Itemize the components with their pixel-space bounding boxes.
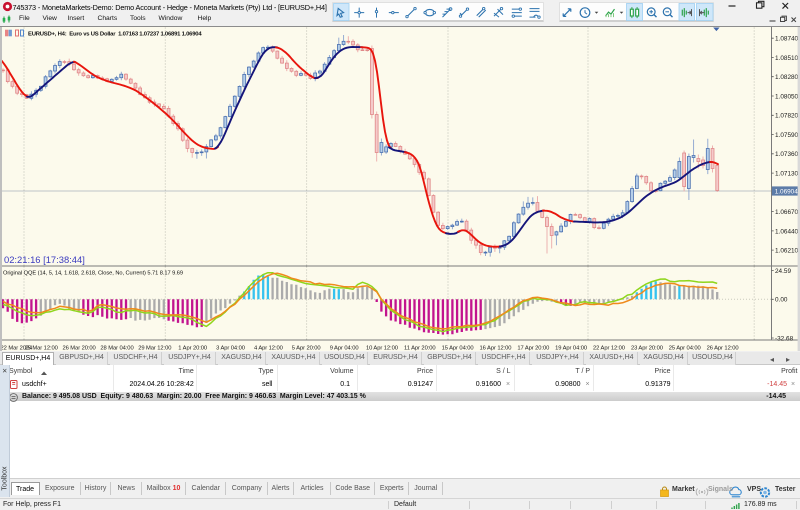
- svg-text:1 Apr 20:00: 1 Apr 20:00: [178, 345, 207, 350]
- svg-text:10 Apr 12:00: 10 Apr 12:00: [366, 345, 398, 350]
- svg-text:1.06210: 1.06210: [775, 247, 799, 254]
- svg-text:02:21:16 [17:38:44]: 02:21:16 [17:38:44]: [4, 254, 85, 265]
- svg-text:15 Apr 04:00: 15 Apr 04:00: [442, 345, 474, 350]
- svg-text:25 Apr 04:00: 25 Apr 04:00: [669, 345, 701, 350]
- svg-text:16 Apr 12:00: 16 Apr 12:00: [480, 345, 512, 350]
- svg-text:1.08280: 1.08280: [775, 74, 799, 81]
- svg-text:5 Apr 20:00: 5 Apr 20:00: [292, 345, 321, 350]
- svg-text:22 Apr 12:00: 22 Apr 12:00: [593, 345, 625, 350]
- svg-text:28 Mar 04:00: 28 Mar 04:00: [100, 345, 133, 350]
- svg-text:9 Apr 04:00: 9 Apr 04:00: [330, 345, 359, 350]
- svg-text:1.08510: 1.08510: [775, 54, 799, 61]
- svg-text:Original QQE (14, 5, 14, 1.618: Original QQE (14, 5, 14, 1.618, 2.618, C…: [3, 270, 183, 276]
- svg-text:26 Mar 20:00: 26 Mar 20:00: [62, 345, 95, 350]
- svg-text:0.00: 0.00: [775, 296, 788, 303]
- svg-text:17 Apr 20:00: 17 Apr 20:00: [517, 345, 549, 350]
- svg-text:-32.68: -32.68: [775, 335, 794, 342]
- svg-text:11 Apr 20:00: 11 Apr 20:00: [404, 345, 436, 350]
- svg-text:19 Apr 04:00: 19 Apr 04:00: [555, 345, 587, 350]
- svg-text:1.07590: 1.07590: [775, 131, 799, 138]
- svg-text:26 Apr 12:00: 26 Apr 12:00: [707, 345, 739, 350]
- svg-text:1.08740: 1.08740: [775, 35, 799, 42]
- svg-text:1.07130: 1.07130: [775, 170, 799, 177]
- svg-text:1.08050: 1.08050: [775, 93, 799, 100]
- svg-text:23 Apr 20:00: 23 Apr 20:00: [631, 345, 663, 350]
- svg-text:3 Apr 04:00: 3 Apr 04:00: [216, 345, 245, 350]
- svg-text:1.06670: 1.06670: [775, 209, 799, 216]
- svg-text:1.07820: 1.07820: [775, 112, 799, 119]
- svg-text:4 Apr 12:00: 4 Apr 12:00: [254, 345, 283, 350]
- svg-text:EURUSD+, H4: Euro vs US Dolla: EURUSD+, H4: Euro vs US Dollar 1.07163 1…: [28, 31, 202, 37]
- svg-text:1.06440: 1.06440: [775, 228, 799, 235]
- svg-text:1.07360: 1.07360: [775, 151, 799, 158]
- svg-text:24.59: 24.59: [775, 267, 791, 274]
- svg-text:1.06904: 1.06904: [775, 188, 799, 195]
- svg-text:25 Mar 12:00: 25 Mar 12:00: [25, 345, 58, 350]
- svg-text:29 Mar 12:00: 29 Mar 12:00: [138, 345, 171, 350]
